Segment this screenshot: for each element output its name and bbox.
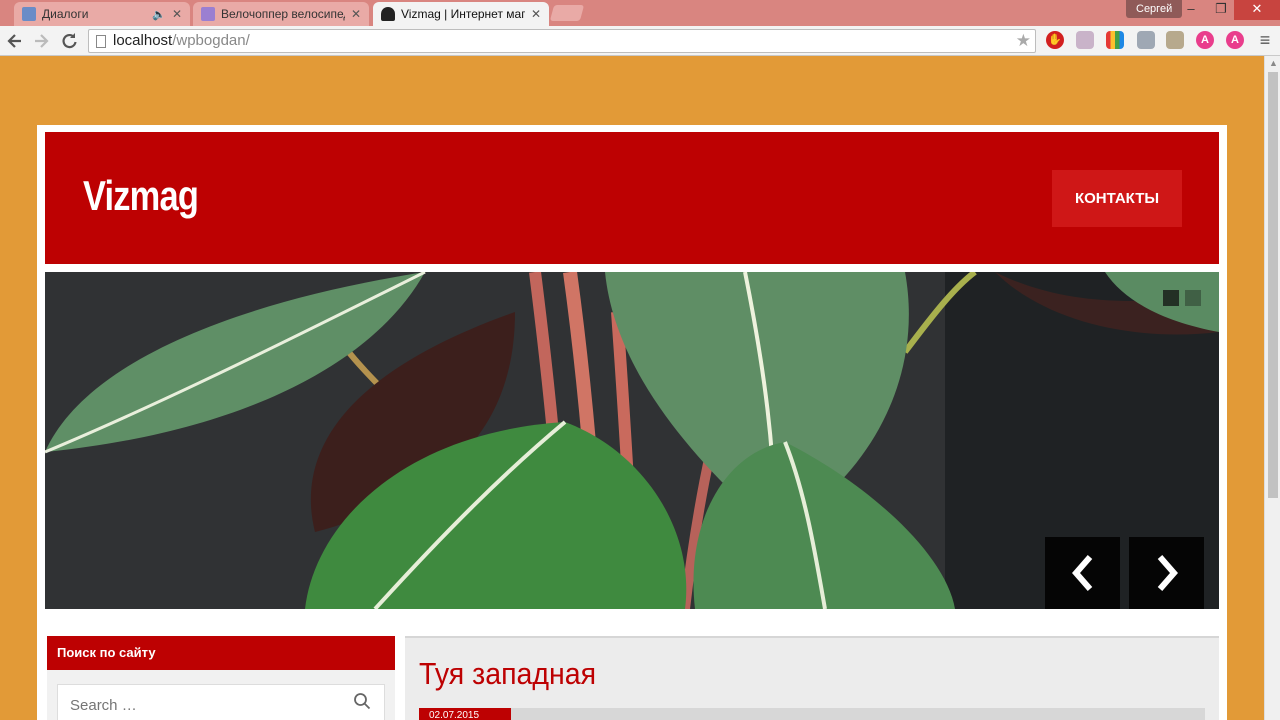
image-slider: [45, 272, 1219, 609]
browser-toolbar: localhost/wpbogdan/ ★ ✋ A A ≡: [0, 26, 1280, 56]
slider-next-button[interactable]: [1129, 537, 1204, 609]
minimize-button[interactable]: –: [1176, 0, 1206, 20]
address-bar[interactable]: localhost/wpbogdan/ ★: [88, 29, 1036, 53]
browser-tab-strip: Диалоги 🔈 ✕ Велочоппер велосипед д ✕ Viz…: [0, 0, 1280, 26]
post-date: 02.07.2015: [419, 708, 511, 720]
search-widget: Поиск по сайту: [47, 636, 395, 720]
arrow-right-icon: [35, 34, 49, 48]
extension-icon[interactable]: [1076, 31, 1094, 49]
browser-menu-icon[interactable]: ≡: [1256, 31, 1274, 51]
speaker-icon[interactable]: 🔈: [152, 8, 166, 21]
spy-hat-icon: [381, 7, 395, 21]
site-title[interactable]: Vizmag: [83, 172, 199, 220]
shield-extension-icon[interactable]: [1137, 31, 1155, 49]
reload-button[interactable]: [58, 30, 80, 52]
post-card: Туя западная 02.07.2015: [405, 636, 1219, 720]
url-host: localhost: [113, 32, 173, 49]
a-extension-icon[interactable]: A: [1226, 31, 1244, 49]
tab-vizmag[interactable]: Vizmag | Интернет магаз ✕: [373, 2, 549, 26]
page-scrollbar[interactable]: ▲: [1264, 56, 1280, 720]
post-meta-bar: 02.07.2015: [419, 708, 1205, 720]
tab-label: Велочоппер велосипед д: [221, 7, 345, 21]
widget-body: [47, 670, 395, 720]
close-icon[interactable]: ✕: [351, 7, 361, 21]
tab-velochopper[interactable]: Велочоппер велосипед д ✕: [193, 2, 369, 26]
post-title[interactable]: Туя западная: [419, 656, 596, 692]
tab-label: Vizmag | Интернет магаз: [401, 7, 525, 21]
nav-item-contacts[interactable]: КОНТАКТЫ: [1052, 170, 1182, 227]
slider-pagination: [1163, 290, 1201, 306]
page-container: Vizmag КОНТАКТЫ Поиск по сайту Search … …: [37, 125, 1227, 720]
maximize-button[interactable]: ❐: [1206, 0, 1236, 20]
slider-prev-button[interactable]: [1045, 537, 1120, 609]
slide-dot[interactable]: [1185, 290, 1201, 306]
adblock-icon[interactable]: ✋: [1046, 31, 1064, 49]
scroll-thumb[interactable]: [1268, 72, 1278, 498]
cat-extension-icon[interactable]: [1166, 31, 1184, 49]
page-icon: [96, 35, 106, 48]
search-input[interactable]: [57, 684, 385, 720]
tab-label: Диалоги: [42, 7, 89, 21]
scroll-up-icon[interactable]: ▲: [1269, 58, 1278, 68]
widget-title: Поиск по сайту: [47, 636, 395, 670]
window-close-button[interactable]: ✕: [1234, 0, 1280, 20]
chevron-right-icon: [1157, 555, 1178, 591]
a-extension-icon[interactable]: A: [1196, 31, 1214, 49]
profile-badge[interactable]: Сергей: [1126, 0, 1183, 18]
plant-photo: [45, 272, 1219, 609]
search-icon[interactable]: [353, 692, 371, 710]
close-icon[interactable]: ✕: [531, 7, 541, 21]
chevron-left-icon: [1071, 555, 1092, 591]
site-favicon-icon: [201, 7, 215, 21]
close-icon[interactable]: ✕: [172, 7, 182, 21]
back-button[interactable]: [4, 30, 26, 52]
forward-button[interactable]: [30, 30, 52, 52]
tab-dialogs[interactable]: Диалоги 🔈 ✕: [14, 2, 190, 26]
arrow-left-icon: [7, 34, 21, 48]
site-header: Vizmag КОНТАКТЫ: [45, 132, 1219, 264]
reload-icon: [62, 33, 77, 49]
new-tab-button[interactable]: [549, 5, 585, 21]
chat-icon: [22, 7, 36, 21]
slide-dot[interactable]: [1163, 290, 1179, 306]
color-extension-icon[interactable]: [1106, 31, 1124, 49]
url-path: /wpbogdan/: [172, 32, 250, 49]
bookmark-star-icon[interactable]: ★: [1016, 30, 1031, 52]
